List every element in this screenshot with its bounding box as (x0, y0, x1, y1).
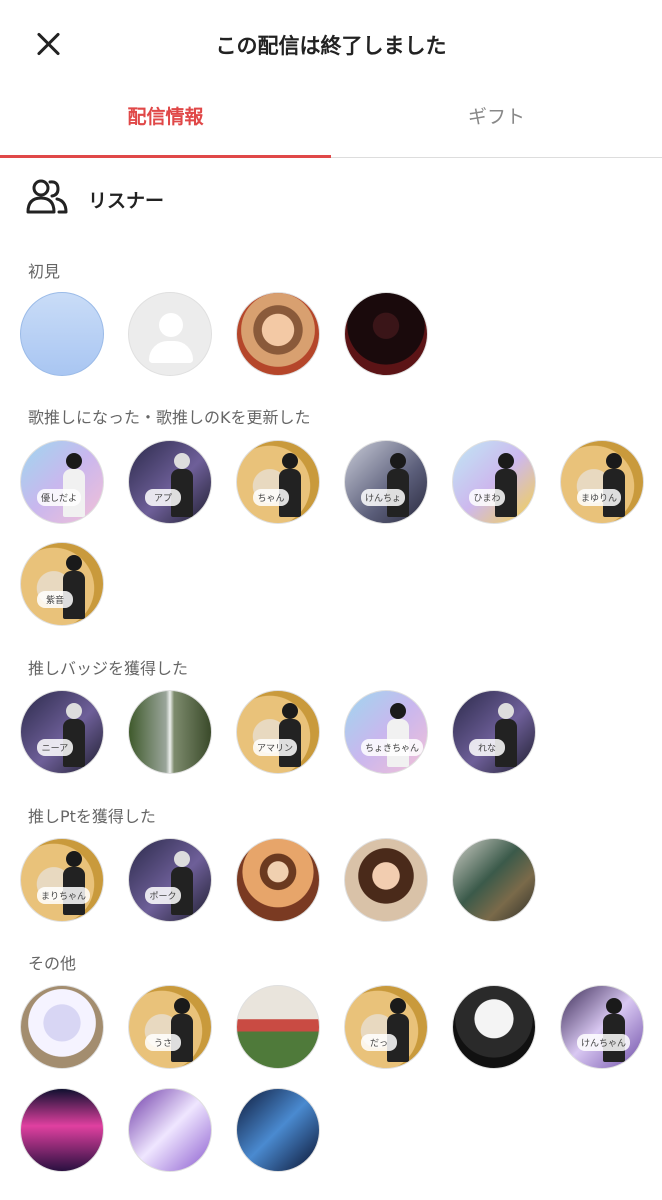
listener-avatar[interactable]: ちゃん (236, 440, 320, 524)
tab-gifts[interactable]: ギフト (331, 88, 662, 158)
listener-avatar[interactable]: まゆりん (560, 440, 644, 524)
listener-avatar[interactable] (20, 292, 104, 376)
page-title: この配信は終了しました (215, 34, 447, 58)
listener-avatar[interactable]: アプ (128, 440, 212, 524)
listener-avatar[interactable]: けんちょ (344, 440, 428, 524)
listener-avatar[interactable]: ひまわ (452, 440, 536, 524)
listener-avatar[interactable]: 紫音 (20, 542, 104, 626)
tab-bar: 配信情報 ギフト (0, 88, 662, 158)
listener-avatar[interactable]: ニーア (20, 690, 104, 774)
listener-avatar[interactable]: けんちゃん (560, 985, 644, 1069)
group-label-oshi-badge: 推しバッジを獲得した (28, 659, 189, 678)
listener-avatar[interactable]: ちょきちゃん (344, 690, 428, 774)
listener-avatar[interactable] (236, 292, 320, 376)
listeners-section-header: リスナー (26, 178, 326, 218)
listeners-title: リスナー (88, 190, 165, 212)
group-label-song-oshi: 歌推しになった・歌推しのKを更新した (28, 408, 311, 427)
users-icon (26, 179, 68, 214)
listener-avatar[interactable]: だっ (344, 985, 428, 1069)
listener-avatar[interactable] (236, 838, 320, 922)
listener-avatar[interactable] (344, 838, 428, 922)
group-label-oshi-pt: 推しPtを獲得した (28, 807, 156, 826)
listener-avatar[interactable] (20, 985, 104, 1069)
listener-avatar[interactable] (452, 985, 536, 1069)
tab-stream-info[interactable]: 配信情報 (0, 88, 331, 158)
listener-avatar[interactable]: うさ (128, 985, 212, 1069)
listener-avatar[interactable] (344, 292, 428, 376)
group-label-other: その他 (28, 954, 77, 973)
listener-avatar[interactable] (128, 690, 212, 774)
header: この配信は終了しました (0, 0, 662, 88)
default-avatar-icon (159, 313, 183, 337)
group-label-first-time: 初見 (28, 262, 61, 281)
listener-avatar[interactable]: ポーク (128, 838, 212, 922)
listener-avatar[interactable] (128, 1088, 212, 1172)
listener-avatar[interactable] (236, 1088, 320, 1172)
listener-avatar[interactable]: アマリン (236, 690, 320, 774)
listener-avatar[interactable]: れな (452, 690, 536, 774)
listener-avatar[interactable]: 優しだよ (20, 440, 104, 524)
listener-avatar[interactable] (20, 1088, 104, 1172)
listener-avatar[interactable] (236, 985, 320, 1069)
listener-avatar[interactable] (452, 838, 536, 922)
listener-avatar[interactable] (128, 292, 212, 376)
listener-avatar[interactable]: まりちゃん (20, 838, 104, 922)
